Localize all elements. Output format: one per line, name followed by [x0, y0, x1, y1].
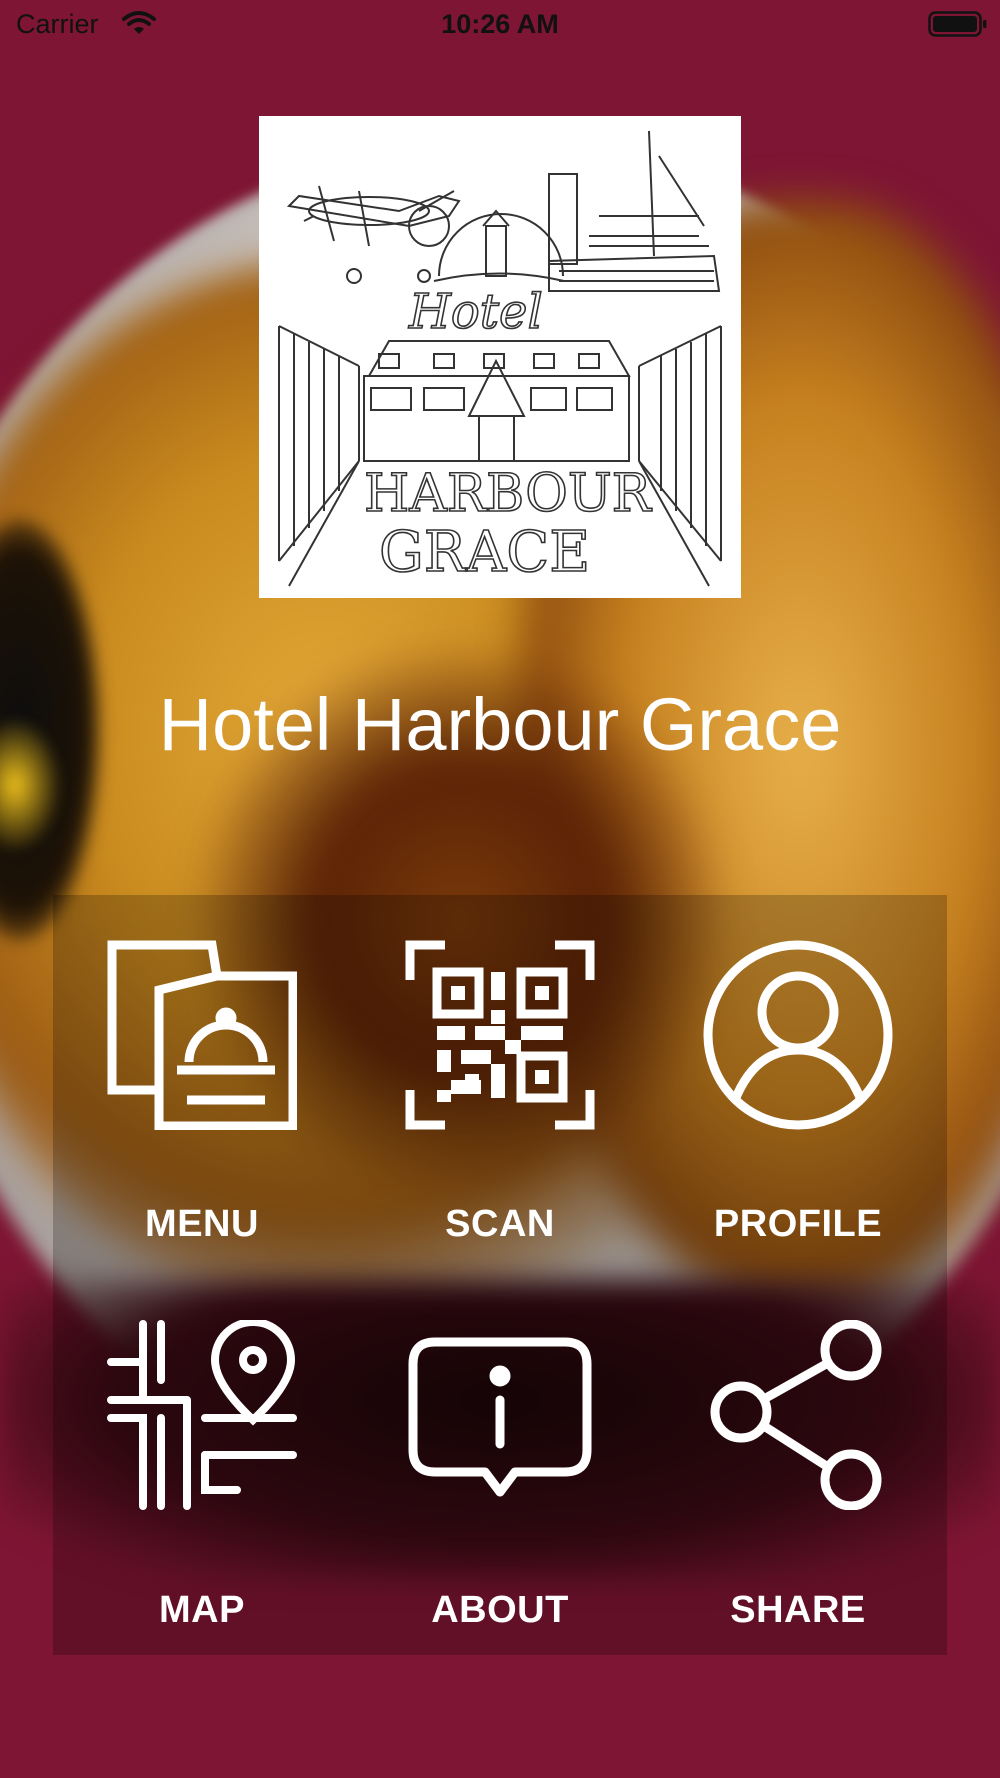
share-button[interactable]: SHARE [649, 1275, 947, 1655]
about-label: ABOUT [431, 1589, 569, 1631]
profile-label: PROFILE [713, 1203, 883, 1245]
logo-text-grace: GRACE [379, 520, 590, 585]
status-time: 10:26 AM [441, 9, 559, 39]
share-icon [703, 1319, 893, 1511]
menu-label: MENU [145, 1203, 259, 1245]
profile-button[interactable]: PROFILE [649, 895, 947, 1275]
hotel-logo: Hotel HARBOUR GRACE [259, 116, 741, 598]
info-bubble-icon [405, 1320, 595, 1510]
scan-button[interactable]: SCAN [351, 895, 649, 1275]
map-label: MAP [159, 1589, 245, 1631]
map-pin-icon [107, 1318, 297, 1510]
logo-text-harbour: HARBOUR [364, 464, 653, 524]
battery-icon [928, 11, 988, 44]
user-profile-icon [703, 940, 893, 1130]
logo-text-hotel: Hotel [408, 284, 543, 340]
share-label: SHARE [730, 1589, 866, 1631]
qr-code-icon [405, 940, 595, 1130]
map-button[interactable]: MAP [53, 1275, 351, 1655]
app-title: Hotel Harbour Grace [158, 682, 842, 766]
menu-button[interactable]: MENU [53, 895, 351, 1275]
menu-cloche-icon [107, 940, 298, 1131]
about-button[interactable]: ABOUT [351, 1275, 649, 1655]
scan-label: SCAN [445, 1203, 555, 1245]
hotel-building-drawing [363, 340, 631, 462]
lighthouse-drawing [433, 209, 565, 282]
ship-drawing [548, 130, 721, 292]
airplane-drawing [286, 185, 461, 284]
navigation-grid: MENU SCAN PROFILE MAP ABOUT SHARE [53, 895, 947, 1655]
status-bar: Carrier 10:26 AM [0, 0, 1000, 50]
